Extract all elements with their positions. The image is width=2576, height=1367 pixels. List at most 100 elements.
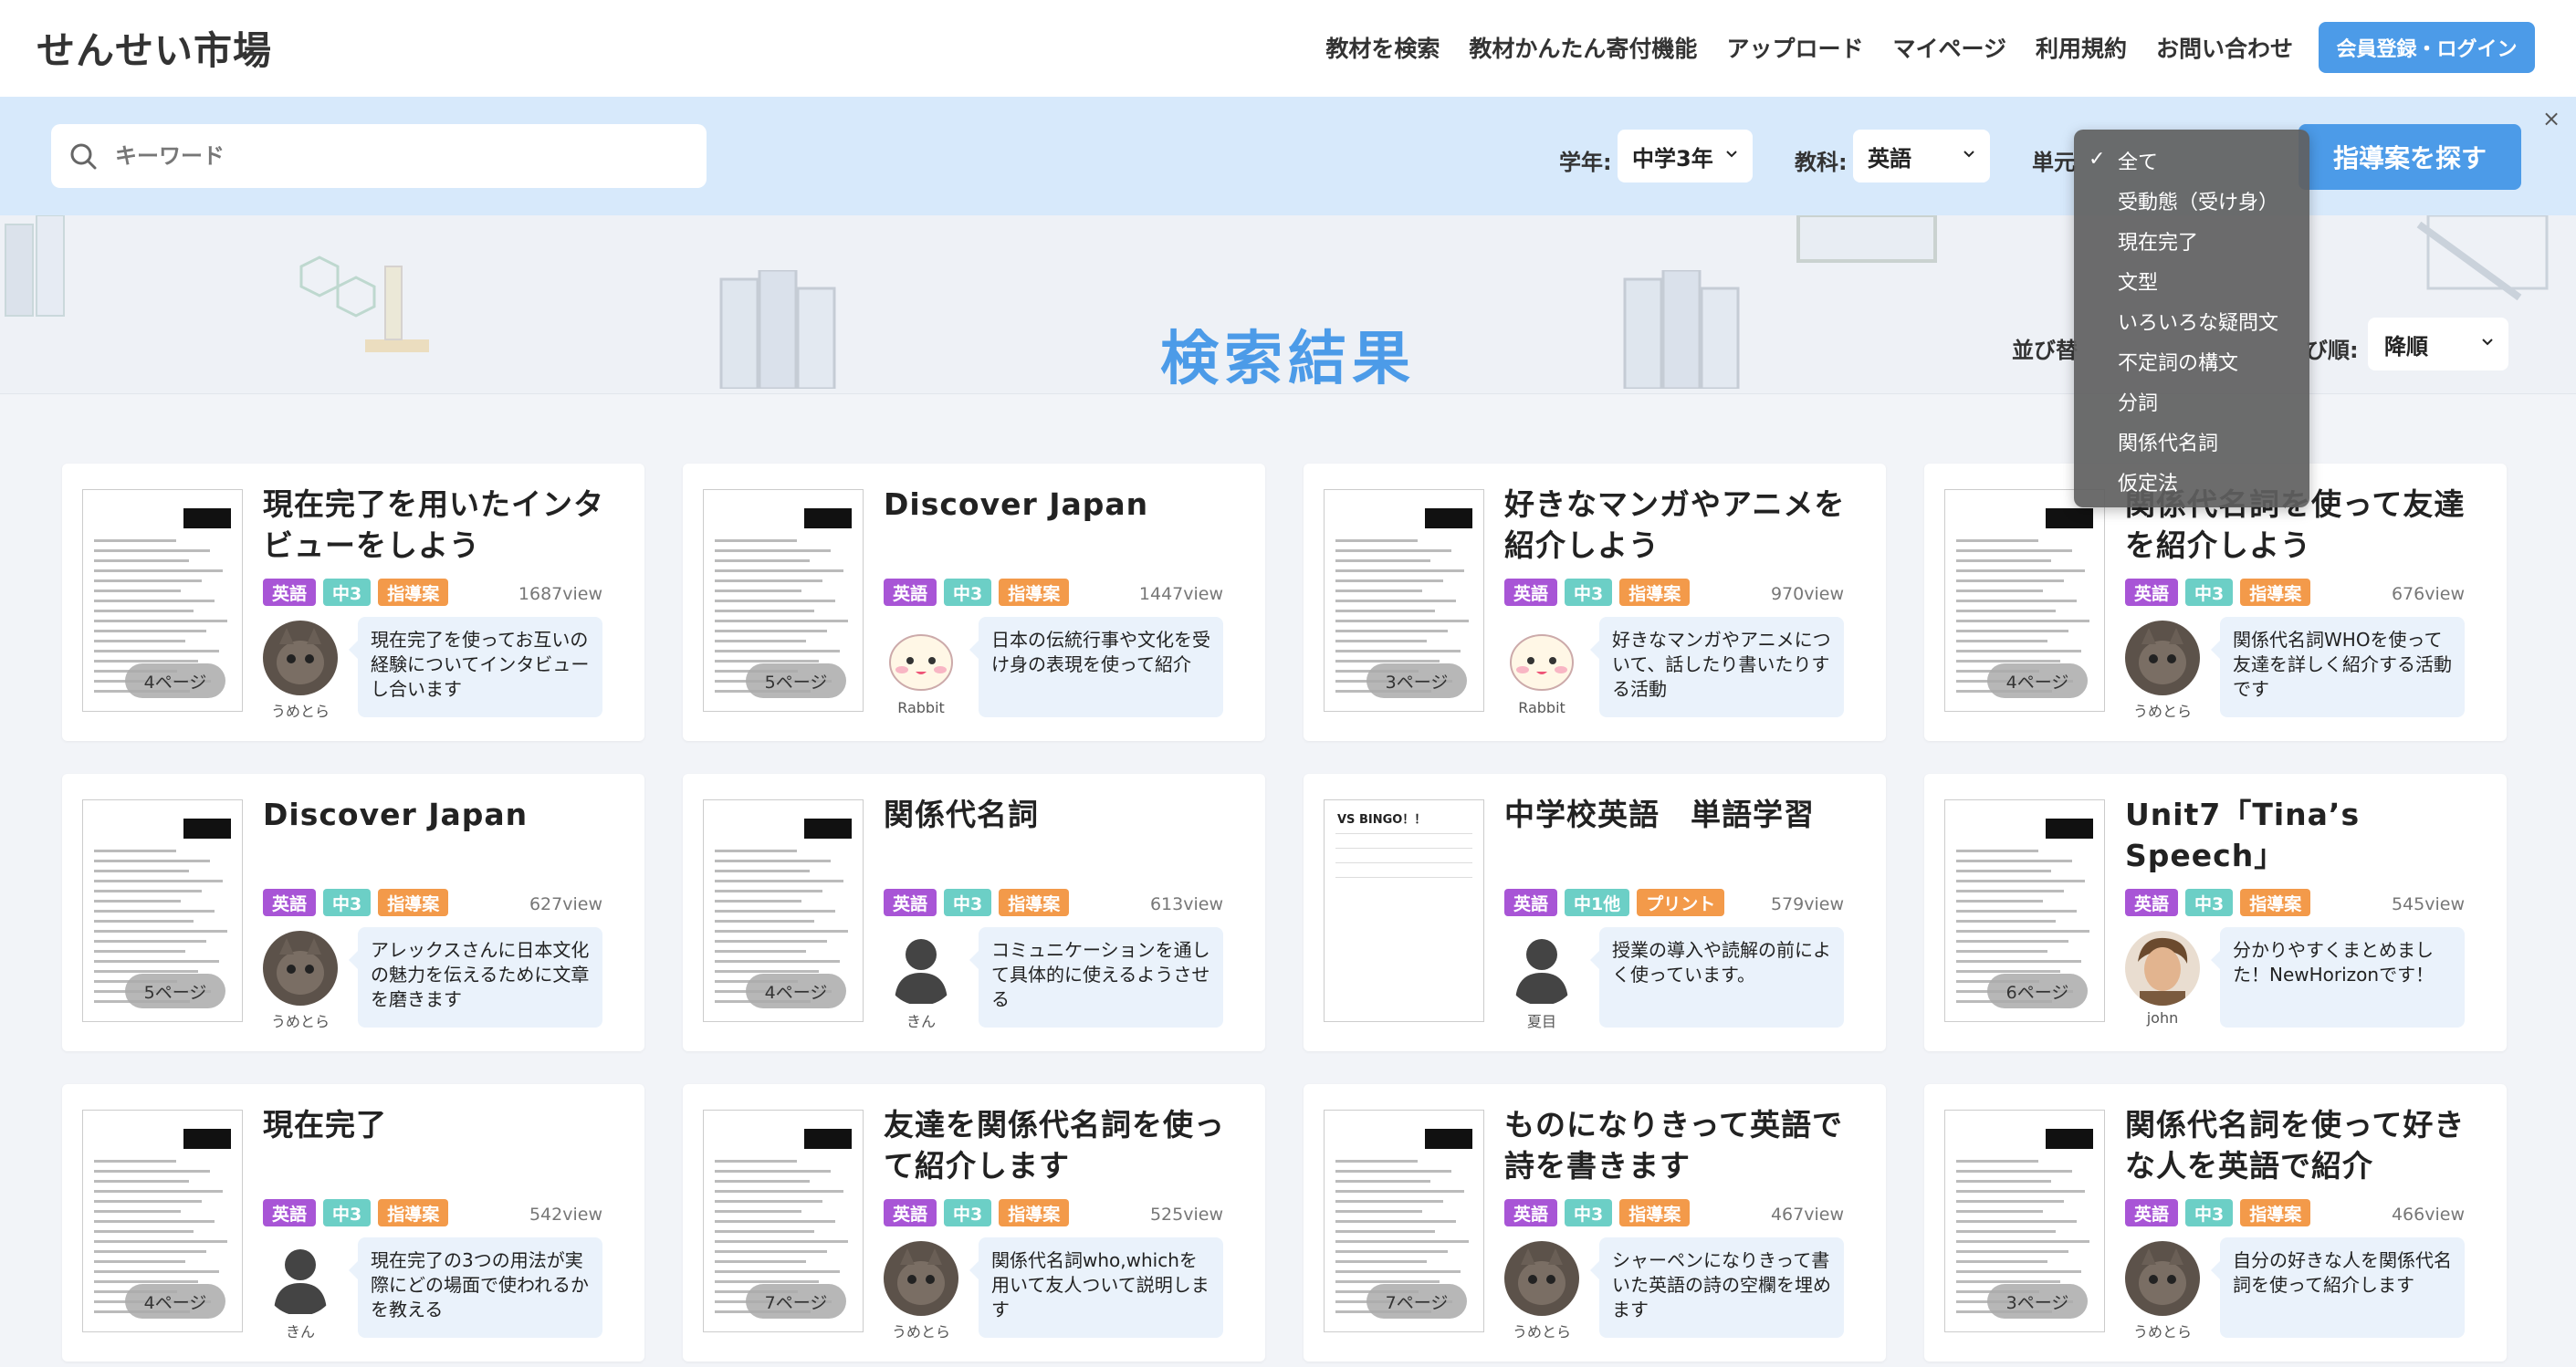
card-title[interactable]: ものになりきって英語で詩を書きます (1504, 1104, 1869, 1186)
author-name: john (2146, 1009, 2179, 1027)
description-bubble: コミュニケーションを通して具体的に使えるようさせる (969, 927, 1223, 1028)
tag-list: 英語 中3 指導案 (884, 889, 1070, 916)
grade-label: 学年: (1559, 150, 1612, 175)
avatar[interactable] (2125, 1241, 2200, 1316)
document-thumbnail[interactable]: 5ページ (82, 799, 243, 1022)
unit-option[interactable]: 仮定法 (2074, 462, 2309, 502)
card-title[interactable]: 現在完了を用いたインタビューをしよう (263, 484, 628, 566)
page-count-badge: 7ページ (746, 1284, 846, 1319)
avatar[interactable] (263, 621, 338, 695)
card-title[interactable]: 中学校英語 単語学習 (1504, 794, 1869, 835)
author-name: 夏目 (1526, 1013, 1556, 1030)
tag-badge: 指導案 (2240, 579, 2311, 606)
material-card[interactable]: 3ページ 好きなマンガやアニメを紹介しよう 英語 中3 指導案 970view Rabbit… (1304, 464, 1886, 741)
subject-select[interactable]: 英語 (1853, 130, 1990, 183)
document-thumbnail[interactable]: VS BINGO！！ (1324, 799, 1484, 1022)
material-card[interactable]: 4ページ 現在完了 英語 中3 指導案 542view きん 現在完了の3つの用法が実際にどの… (62, 1084, 644, 1362)
document-thumbnail[interactable]: 6ページ (1944, 799, 2105, 1022)
document-thumbnail[interactable]: 4ページ (82, 1110, 243, 1332)
material-card[interactable]: 3ページ 関係代名詞を使って好きな人を英語で紹介 英語 中3 指導案 466view うめと… (1924, 1084, 2507, 1362)
material-card[interactable]: 4ページ 現在完了を用いたインタビューをしよう 英語 中3 指導案 1687view うめと… (62, 464, 644, 741)
material-card[interactable]: 7ページ 友達を関係代名詞を使って紹介します 英語 中3 指導案 525view うめとら 関… (683, 1084, 1265, 1362)
nav-donation[interactable]: 教材かんたん寄付機能 (1469, 31, 1697, 64)
material-card[interactable]: 5ページ Discover Japan 英語 中3 指導案 627view うめとら アレック… (62, 774, 644, 1051)
tag-list: 英語 中3 指導案 (884, 579, 1070, 606)
sort-label: 並び替 (2012, 338, 2078, 363)
material-card[interactable]: 5ページ Discover Japan 英語 中3 指導案 1447view Rabbit 日… (683, 464, 1265, 741)
author-name: きん (906, 1013, 936, 1030)
avatar[interactable] (884, 621, 958, 695)
unit-option-label: 全て (2118, 151, 2159, 174)
document-thumbnail[interactable]: 3ページ (1324, 489, 1484, 712)
document-thumbnail[interactable]: 4ページ (82, 489, 243, 712)
view-count: 525view (1149, 1205, 1223, 1225)
tag-badge: 指導案 (1619, 1199, 1691, 1226)
author-name: うめとら (2132, 703, 2192, 720)
document-thumbnail[interactable]: 3ページ (1944, 1110, 2105, 1332)
avatar[interactable] (2125, 931, 2200, 1006)
description-bubble: 日本の伝統行事や文化を受け身の表現を使って紹介 (969, 617, 1223, 717)
find-lesson-plan-button[interactable]: 指導案を探す (2299, 124, 2521, 190)
document-thumbnail[interactable]: 7ページ (703, 1110, 864, 1332)
page-count-badge: 4ページ (125, 663, 225, 698)
unit-option[interactable]: ✓ 全て (2074, 141, 2309, 181)
card-title[interactable]: 好きなマンガやアニメを紹介しよう (1504, 484, 1869, 566)
card-title[interactable]: 現在完了 (263, 1104, 628, 1145)
avatar[interactable] (1504, 931, 1579, 1006)
author-name: うめとら (1512, 1323, 1571, 1341)
avatar[interactable] (1504, 621, 1579, 695)
card-title[interactable]: 友達を関係代名詞を使って紹介します (884, 1104, 1249, 1186)
grade-select[interactable]: 中学3年 (1618, 130, 1753, 183)
nav-contact[interactable]: お問い合わせ (2156, 31, 2293, 64)
avatar[interactable] (2125, 621, 2200, 695)
material-card[interactable]: 6ページ Unit7「Tina’s Speech」 英語 中3 指導案 545view jo… (1924, 774, 2507, 1051)
unit-option[interactable]: 受動態（受け身） (2074, 181, 2309, 221)
material-card[interactable]: VS BINGO！！ 中学校英語 単語学習 英語 中1他 プリント 579view 夏目 授業… (1304, 774, 1886, 1051)
close-icon[interactable]: × (2542, 106, 2560, 131)
site-logo[interactable]: せんせい市場 (37, 20, 272, 76)
site-header: せんせい市場 教材を検索 教材かんたん寄付機能 アップロード マイページ 利用規… (0, 0, 2576, 97)
material-card[interactable]: 7ページ ものになりきって英語で詩を書きます 英語 中3 指導案 467view うめとら シ… (1304, 1084, 1886, 1362)
card-title[interactable]: Discover Japan (263, 794, 628, 835)
document-thumbnail[interactable]: 4ページ (703, 799, 864, 1022)
tag-badge: 指導案 (999, 1199, 1070, 1226)
unit-option-label: 現在完了 (2118, 232, 2199, 255)
view-count: 1447view (1138, 584, 1223, 604)
unit-option[interactable]: 文型 (2074, 261, 2309, 301)
keyword-input[interactable] (115, 124, 681, 188)
tag-badge: 中3 (2185, 889, 2234, 916)
avatar[interactable] (263, 931, 338, 1006)
card-title[interactable]: Discover Japan (884, 484, 1249, 525)
document-thumbnail[interactable]: 4ページ (1944, 489, 2105, 712)
tag-badge: 中3 (944, 579, 992, 606)
tag-badge: 英語 (1504, 889, 1558, 916)
unit-dropdown-menu: ✓ 全て 受動態（受け身） 現在完了文型いろいろな疑問文 不定詞の構文 分詞 関係代名詞 仮定… (2074, 130, 2309, 507)
nav-terms[interactable]: 利用規約 (2036, 31, 2127, 64)
unit-option[interactable]: 現在完了 (2074, 221, 2309, 261)
unit-option[interactable]: 不定詞の構文 (2074, 341, 2309, 381)
card-title[interactable]: 関係代名詞 (884, 794, 1249, 835)
author-name: うめとら (270, 703, 330, 720)
document-thumbnail[interactable]: 5ページ (703, 489, 864, 712)
document-thumbnail[interactable]: 7ページ (1324, 1110, 1484, 1332)
tag-badge: 英語 (2125, 579, 2179, 606)
register-login-button[interactable]: 会員登録・ログイン (2319, 22, 2535, 73)
avatar[interactable] (263, 1241, 338, 1316)
author-name: Rabbit (897, 699, 945, 716)
card-title[interactable]: 関係代名詞を使って好きな人を英語で紹介 (2125, 1104, 2490, 1186)
unit-option[interactable]: 分詞 (2074, 381, 2309, 422)
unit-option[interactable]: 関係代名詞 (2074, 422, 2309, 462)
material-card[interactable]: 4ページ 関係代名詞 英語 中3 指導案 613view きん コミュニケーションを通して具体… (683, 774, 1265, 1051)
avatar[interactable] (884, 931, 958, 1006)
avatar[interactable] (1504, 1241, 1579, 1316)
unit-option-label: 文型 (2118, 272, 2159, 295)
unit-option[interactable]: いろいろな疑問文 (2074, 301, 2309, 341)
chevron-down-icon (1726, 151, 1737, 158)
order-select[interactable]: 降順 (2368, 318, 2508, 370)
card-title[interactable]: Unit7「Tina’s Speech」 (2125, 794, 2490, 876)
avatar[interactable] (884, 1241, 958, 1316)
nav-upload[interactable]: アップロード (1726, 31, 1863, 64)
nav-search-materials[interactable]: 教材を検索 (1325, 31, 1440, 64)
page-count-badge: 3ページ (1367, 663, 1467, 698)
nav-mypage[interactable]: マイページ (1892, 31, 2006, 64)
